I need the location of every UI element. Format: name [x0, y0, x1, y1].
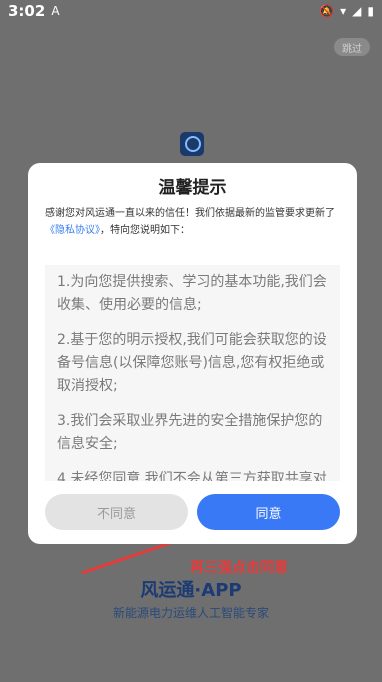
policy-item: 1.为向您提供搜索、学习的基本功能,我们会收集、使用必要的信息;: [57, 274, 327, 313]
annotation-text: 再三强点击同意: [190, 560, 288, 576]
disagree-label: 不同意: [96, 506, 136, 522]
privacy-policy-link[interactable]: 《隐私协议》: [45, 225, 100, 236]
policy-item: 3.我们会采取业界先进的安全措施保护您的信息安全;: [57, 413, 323, 452]
policy-item: 2.基于您的明示授权,我们可能会获取您的设备号信息(以保障您账号)信息,您有权拒…: [57, 332, 327, 394]
policy-item: 4.未经您同意,我们不会从第三方获取共享对外提供您的信息;: [57, 471, 327, 481]
disagree-button[interactable]: 不同意: [45, 494, 188, 530]
intro-suffix: ，特向您说明如下：: [100, 225, 190, 236]
agree-button[interactable]: 同意: [197, 494, 340, 530]
policy-scroll-area[interactable]: 1.为向您提供搜索、学习的基本功能,我们会收集、使用必要的信息; 2.基于您的明…: [45, 265, 340, 481]
intro-prefix: 感谢您对风运通一直以来的信任！我们依据最新的监管要求更新了: [45, 208, 335, 219]
agree-label: 同意: [255, 506, 282, 522]
dialog-intro: 感谢您对风运通一直以来的信任！我们依据最新的监管要求更新了《隐私协议》，特向您说…: [45, 205, 345, 239]
privacy-dialog: 温馨提示 感谢您对风运通一直以来的信任！我们依据最新的监管要求更新了《隐私协议》…: [28, 163, 357, 544]
dialog-title: 温馨提示: [158, 178, 227, 198]
